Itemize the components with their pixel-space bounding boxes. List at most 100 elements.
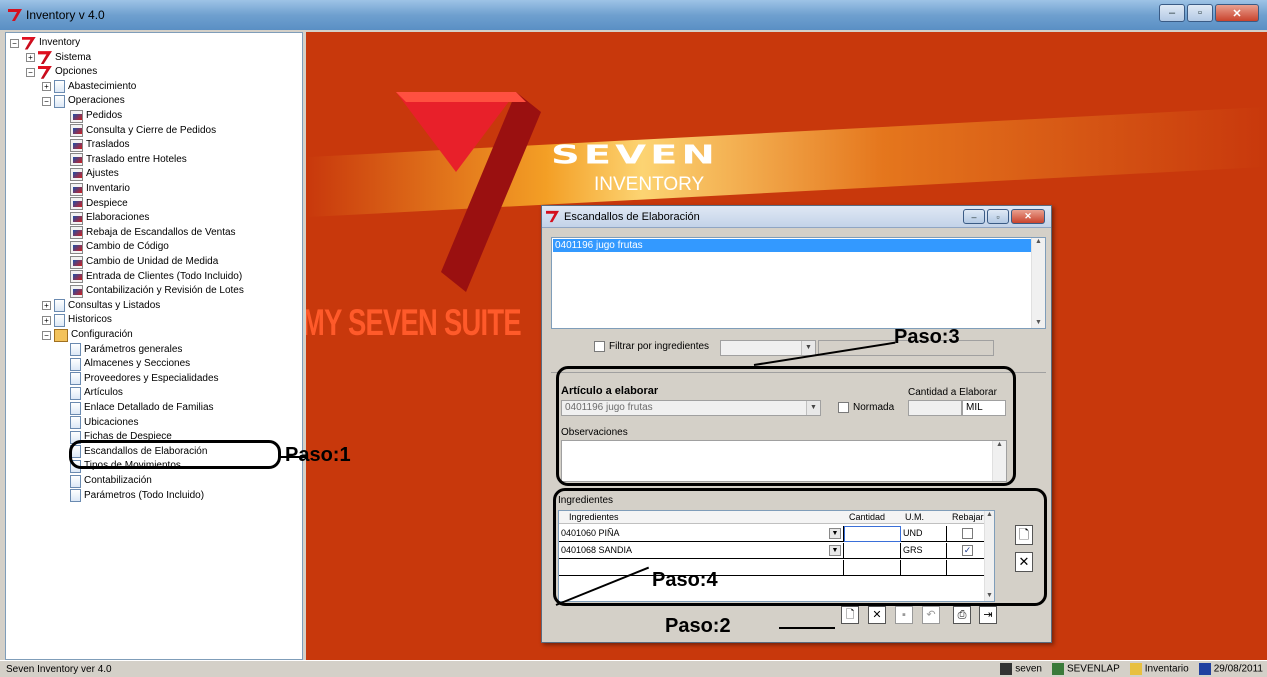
status-user: seven xyxy=(1000,663,1042,675)
tree-item[interactable]: Almacenes y Secciones xyxy=(58,357,190,371)
list-scrollbar[interactable]: ▲ ▼ xyxy=(1031,238,1045,328)
tree-item-label: Cambio de Código xyxy=(86,241,169,253)
tree-item[interactable]: − Inventory xyxy=(10,36,80,50)
tree-item[interactable]: − Configuración xyxy=(42,328,133,342)
tree-item[interactable]: Cambio de Unidad de Medida xyxy=(58,255,218,269)
tree-item-label: Opciones xyxy=(55,66,98,78)
tree-item-label: Traslado entre Hoteles xyxy=(86,153,187,165)
doc-icon xyxy=(70,489,81,503)
tree-item[interactable]: Traslados xyxy=(58,138,130,152)
undo-button[interactable]: ↶ xyxy=(922,606,940,624)
tree-item-label: Cambio de Unidad de Medida xyxy=(86,256,219,267)
collapse-icon[interactable]: − xyxy=(10,38,19,48)
seven-logo-icon xyxy=(396,92,541,292)
brand-name: SEVEN xyxy=(551,140,719,170)
filter-label: Filtrar por ingredientes xyxy=(609,341,710,352)
title-bar: Inventory v 4.0 – ▫ ✕ xyxy=(0,0,1267,30)
form-icon xyxy=(70,182,83,196)
doc-icon xyxy=(54,80,65,94)
tree-item[interactable]: Consulta y Cierre de Pedidos xyxy=(58,124,216,138)
form-icon xyxy=(70,197,83,211)
tree-item[interactable]: Despiece xyxy=(58,197,128,211)
tree-item-label: Parámetros (Todo Incluido) xyxy=(84,489,205,501)
suite-text: MY SEVEN SUITE xyxy=(306,302,522,343)
paso4-highlight xyxy=(553,488,1047,606)
status-version: Seven Inventory ver 4.0 xyxy=(6,664,112,675)
tree-item[interactable]: Inventario xyxy=(58,182,130,196)
tree-item-label: Inventario xyxy=(86,183,130,194)
doc-icon xyxy=(70,343,81,357)
save-button[interactable]: ▪ xyxy=(895,606,913,624)
collapse-icon[interactable]: − xyxy=(42,330,51,340)
list-item[interactable]: 0401196 jugo frutas xyxy=(553,239,1034,252)
tree-item-label: Parámetros generales xyxy=(84,343,183,355)
form-icon xyxy=(70,211,83,225)
dialog-maximize-button[interactable]: ▫ xyxy=(987,209,1009,224)
paso4-label: Paso:4 xyxy=(652,569,718,591)
cfg-icon xyxy=(54,328,68,342)
tree-item-label: Contabilización y Revisión de Lotes xyxy=(86,285,244,297)
collapse-icon[interactable]: − xyxy=(26,67,35,77)
doc-icon xyxy=(70,372,81,386)
tree-item[interactable]: Entrada de Clientes (Todo Incluido) xyxy=(58,270,242,284)
tree-item-label: Elaboraciones xyxy=(86,212,150,224)
tree-item[interactable]: Contabilización y Revisión de Lotes xyxy=(58,284,244,298)
maximize-button[interactable]: ▫ xyxy=(1187,4,1213,22)
dialog-minimize-button[interactable]: – xyxy=(963,209,985,224)
expand-icon[interactable]: + xyxy=(42,315,51,325)
tree-item[interactable]: Enlace Detallado de Familias xyxy=(58,401,214,415)
form-icon xyxy=(70,270,83,284)
escandallos-list[interactable]: 0401196 jugo frutas ▲ ▼ xyxy=(551,237,1046,329)
filter-checkbox[interactable] xyxy=(594,341,605,352)
expand-icon[interactable]: + xyxy=(26,53,35,63)
tree-item[interactable]: + Abastecimiento xyxy=(42,80,136,94)
delete-button[interactable]: ✕ xyxy=(868,606,886,624)
tree-item[interactable]: + Historicos xyxy=(42,313,112,327)
tree-item-label: Proveedores y Especialidades xyxy=(84,372,219,384)
tree-item-label: Sistema xyxy=(55,51,92,63)
tree-item[interactable]: − Operaciones xyxy=(42,94,125,108)
tree-item[interactable]: Ajustes xyxy=(58,167,119,181)
doc-icon xyxy=(70,401,81,415)
paso1-label: Paso:1 xyxy=(285,444,351,466)
tree-item[interactable]: Parámetros generales xyxy=(58,343,182,357)
tree-item[interactable]: Proveedores y Especialidades xyxy=(58,372,219,386)
tree-item[interactable]: Rebaja de Escandallos de Ventas xyxy=(58,226,236,240)
dialog-title: Escandallos de Elaboración xyxy=(564,211,700,223)
navigation-tree[interactable]: − Inventory + Sistema − Opciones + Abastecimien… xyxy=(5,32,303,660)
tree-item[interactable]: Contabilización xyxy=(58,474,152,488)
tree-item[interactable]: + Consultas y Listados xyxy=(42,299,160,313)
close-button[interactable]: ✕ xyxy=(1215,4,1259,22)
tree-item-label: Entrada de Clientes (Todo Incluido) xyxy=(86,270,243,282)
tree-item-label: Ubicaciones xyxy=(84,416,139,428)
form-icon xyxy=(70,109,83,123)
tree-item[interactable]: + Sistema xyxy=(26,51,91,65)
dialog-close-button[interactable]: ✕ xyxy=(1011,209,1045,224)
tree-item[interactable]: Artículos xyxy=(58,386,123,400)
filter-combo[interactable]: ▼ xyxy=(720,340,816,356)
tree-item-label: Consulta y Cierre de Pedidos xyxy=(86,124,217,136)
tree-item-label: Rebaja de Escandallos de Ventas xyxy=(86,226,236,238)
expand-icon[interactable]: + xyxy=(42,82,51,92)
expand-icon[interactable]: + xyxy=(42,301,51,311)
form-icon xyxy=(70,153,83,167)
tree-item-label: Almacenes y Secciones xyxy=(84,358,191,370)
tree-item-label: Pedidos xyxy=(86,110,123,121)
tree-item[interactable]: Cambio de Código xyxy=(58,240,169,254)
tree-item-label: Consultas y Listados xyxy=(68,299,161,311)
paso3-label: Paso:3 xyxy=(894,326,960,348)
tree-item[interactable]: Ubicaciones xyxy=(58,416,138,430)
minimize-button[interactable]: – xyxy=(1159,4,1185,22)
print-button[interactable]: ⎙ xyxy=(953,606,971,624)
tree-item[interactable]: Pedidos xyxy=(58,109,122,123)
tree-item[interactable]: Parámetros (Todo Incluido) xyxy=(58,489,204,503)
tree-item[interactable]: Elaboraciones xyxy=(58,211,149,225)
status-date: 29/08/2011 xyxy=(1198,663,1263,675)
form-icon xyxy=(70,138,83,152)
tree-item[interactable]: Traslado entre Hoteles xyxy=(58,153,187,167)
collapse-icon[interactable]: − xyxy=(42,96,51,106)
exit-button[interactable]: ⇥ xyxy=(979,606,997,624)
tree-item[interactable]: − Opciones xyxy=(26,65,97,79)
tree-item-label: Traslados xyxy=(86,139,130,151)
new-button[interactable]: 🗋 xyxy=(841,606,859,624)
